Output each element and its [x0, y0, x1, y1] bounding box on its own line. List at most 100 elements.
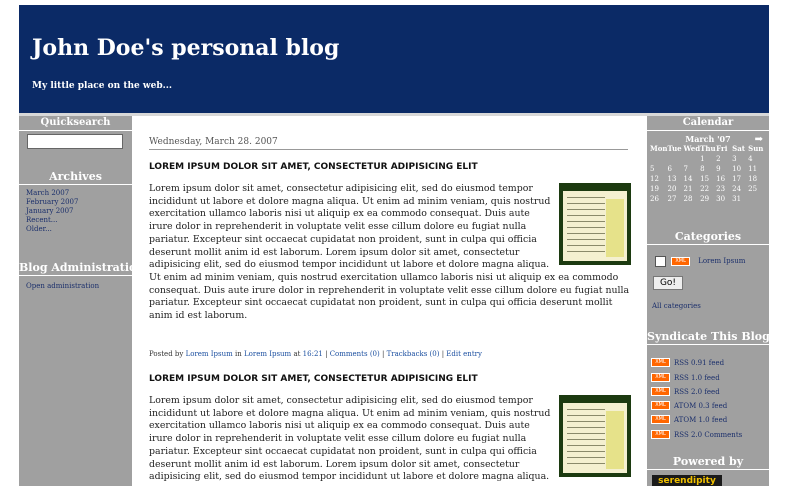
- calendar-day: 24: [732, 185, 742, 193]
- calendar-day: 15: [700, 175, 710, 183]
- calendar-day: 8: [700, 165, 705, 173]
- entry-body: Lorem ipsum dolor sit amet, consectetur …: [149, 395, 631, 484]
- category-checkbox[interactable]: [655, 256, 666, 267]
- feed-item[interactable]: XML ATOM 1.0 feed: [651, 409, 727, 424]
- calendar-day: 11: [748, 165, 758, 173]
- feed-link[interactable]: RSS 0.91 feed: [674, 359, 724, 367]
- calendar-day-of-week: Wed: [683, 144, 701, 153]
- syndicate-title: Syndicate This Blog: [647, 330, 769, 345]
- calendar-day: 17: [732, 175, 742, 183]
- main-content: Wednesday, March 28. 2007 LOREM IPSUM DO…: [134, 116, 645, 486]
- calendar-day: 10: [732, 165, 742, 173]
- admin-section: Blog Administration Open administration: [19, 261, 132, 291]
- calendar-day: [650, 154, 668, 164]
- calendar-day: 9: [716, 165, 721, 173]
- calendar-grid: Mon Tue Wed Thu Fri Sat Sun 1 2 3 4 5 6 …: [650, 144, 764, 204]
- entry-title[interactable]: LOREM IPSUM DOLOR SIT AMET, CONSECTETUR …: [149, 374, 478, 384]
- calendar-day: 4: [748, 155, 753, 163]
- calendar-day: 12: [650, 175, 659, 183]
- calendar-day: 1: [700, 155, 705, 163]
- time-link[interactable]: 16:21: [303, 350, 323, 358]
- separator: |: [441, 350, 445, 358]
- entry-thumbnail-image[interactable]: [559, 395, 631, 477]
- blog-admin-title: Blog Administration: [19, 261, 132, 276]
- calendar-day: 13: [667, 175, 677, 183]
- calendar-day: [748, 194, 764, 204]
- feed-item[interactable]: XML RSS 2.0 Comments: [651, 424, 742, 439]
- calendar-day: 25: [748, 185, 758, 193]
- open-administration-link[interactable]: Open administration: [26, 282, 132, 291]
- entry-thumbnail-image[interactable]: [559, 183, 631, 265]
- calendar-day: 30: [716, 195, 726, 203]
- category-link[interactable]: Lorem Ipsum: [244, 350, 291, 358]
- separator: |: [325, 350, 328, 358]
- calendar-day-of-week: Sat: [732, 144, 745, 153]
- comments-link[interactable]: Comments (0): [330, 350, 380, 358]
- quicksearch-input[interactable]: [27, 134, 123, 149]
- powered-by-title: Powered by: [647, 455, 769, 470]
- powered-by-section: Powered by: [647, 455, 769, 470]
- calendar-day: 27: [667, 195, 677, 203]
- feed-item[interactable]: XML RSS 0.91 feed: [651, 352, 724, 367]
- calendar-day: 16: [716, 175, 726, 183]
- separator: |: [381, 350, 385, 358]
- feed-item[interactable]: XML RSS 2.0 feed: [651, 381, 720, 396]
- archives-title: Archives: [19, 170, 132, 185]
- go-button[interactable]: Go!: [653, 276, 683, 290]
- feed-link[interactable]: RSS 2.0 Comments: [674, 431, 742, 439]
- archive-link-older[interactable]: Older...: [26, 225, 132, 234]
- calendar-month[interactable]: March '07: [685, 134, 730, 144]
- calendar-day: 21: [683, 185, 693, 193]
- calendar-day: [668, 154, 684, 164]
- xml-feed-icon[interactable]: XML: [651, 415, 670, 424]
- entry-text: Lorem ipsum dolor sit amet, consectetur …: [149, 183, 630, 322]
- entry-title[interactable]: LOREM IPSUM DOLOR SIT AMET, CONSECTETUR …: [149, 162, 478, 172]
- archive-link-march-2007[interactable]: March 2007: [26, 189, 132, 198]
- calendar-day: 19: [650, 185, 659, 193]
- calendar-day-of-week: Tue: [667, 144, 682, 153]
- category-row: XML Lorem Ipsum: [655, 251, 745, 270]
- calendar-day: 7: [683, 165, 688, 173]
- archive-link-february-2007[interactable]: February 2007: [26, 198, 132, 207]
- category-xml-icon[interactable]: XML: [671, 257, 691, 266]
- xml-feed-icon[interactable]: XML: [651, 430, 670, 439]
- calendar-day: 23: [716, 185, 726, 193]
- in-label: in: [235, 350, 242, 358]
- serendipity-logo[interactable]: serendipity: [652, 475, 722, 486]
- calendar-day-of-week: Thu: [700, 144, 716, 153]
- categories-section: Categories: [647, 230, 769, 245]
- calendar-day: 31: [732, 195, 742, 203]
- trackbacks-link[interactable]: Trackbacks (0): [387, 350, 440, 358]
- calendar-day: 14: [683, 175, 693, 183]
- entry-text: Lorem ipsum dolor sit amet, consectetur …: [149, 395, 551, 483]
- calendar-day-of-week: Fri: [716, 144, 728, 153]
- calendar-day: 29: [700, 195, 710, 203]
- calendar-day: 26: [650, 195, 659, 203]
- calendar-day: 28: [683, 195, 693, 203]
- calendar-day: 6: [667, 165, 672, 173]
- blog-header: John Doe's personal blog My little place…: [19, 5, 769, 116]
- at-label: at: [293, 350, 301, 358]
- all-categories-link[interactable]: All categories: [652, 302, 701, 311]
- blog-description: My little place on the web...: [32, 81, 173, 91]
- author-link[interactable]: Lorem Ipsum: [186, 350, 233, 358]
- page: John Doe's personal blog My little place…: [0, 0, 785, 486]
- calendar-day: 5: [650, 165, 655, 173]
- posted-by-label: Posted by: [149, 350, 184, 358]
- archive-link-recent[interactable]: Recent...: [26, 216, 132, 225]
- archives-list: March 2007 February 2007 January 2007 Re…: [19, 185, 132, 234]
- quicksearch-title: Quicksearch: [19, 116, 132, 131]
- feed-item[interactable]: XML ATOM 0.3 feed: [651, 395, 727, 410]
- feed-link[interactable]: ATOM 1.0 feed: [674, 416, 727, 424]
- calendar-day: 20: [667, 185, 677, 193]
- blog-title[interactable]: John Doe's personal blog: [32, 35, 339, 61]
- category-link[interactable]: Lorem Ipsum: [698, 257, 745, 265]
- xml-feed-icon[interactable]: XML: [651, 358, 670, 367]
- archive-link-january-2007[interactable]: January 2007: [26, 207, 132, 216]
- edit-entry-link[interactable]: Edit entry: [446, 350, 482, 358]
- feed-item[interactable]: XML RSS 1.0 feed: [651, 367, 720, 382]
- entry-footer: Posted by Lorem Ipsum in Lorem Ipsum at …: [149, 350, 482, 358]
- calendar-day-of-week: Mon: [650, 144, 668, 153]
- left-sidebar: Quicksearch Archives March 2007 February…: [19, 116, 132, 486]
- calendar-day: 18: [748, 175, 758, 183]
